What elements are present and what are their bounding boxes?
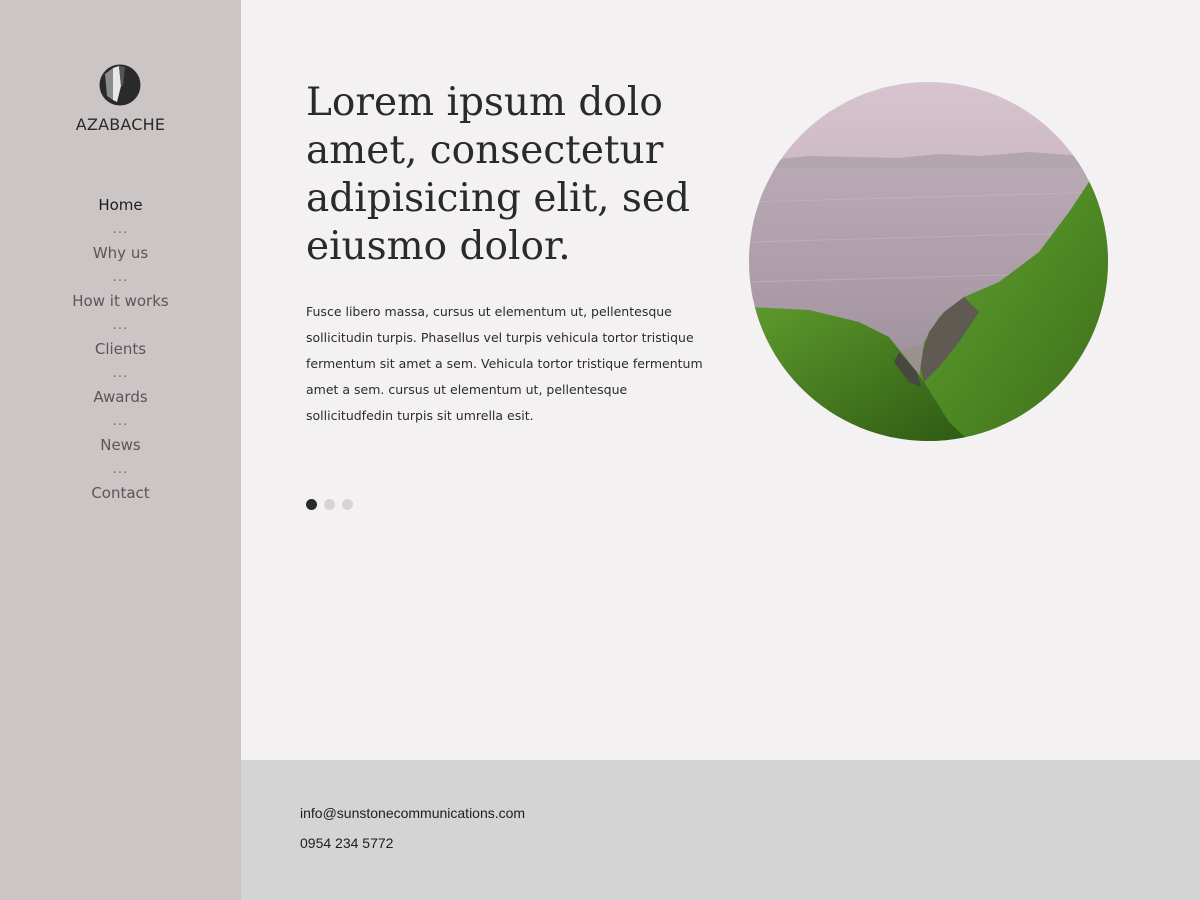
- nav-item-clients[interactable]: Clients: [0, 338, 241, 362]
- footer: info@sunstonecommunications.com 0954 234…: [241, 760, 1200, 900]
- slider-dot-3[interactable]: [342, 499, 353, 510]
- nav-separator: ...: [112, 366, 129, 381]
- landscape-illustration: [749, 82, 1108, 441]
- nav-item-why-us[interactable]: Why us: [0, 242, 241, 266]
- hero-body-text: Fusce libero massa, cursus ut elementum …: [306, 304, 703, 423]
- page: AZABACHE Home ... Why us ... How it work…: [0, 0, 1200, 900]
- nav-item-how-it-works[interactable]: How it works: [0, 290, 241, 314]
- main-nav: Home ... Why us ... How it works ... Cli…: [0, 194, 241, 506]
- nav-separator: ...: [112, 222, 129, 237]
- brand-name: AZABACHE: [75, 115, 166, 134]
- footer-email-link[interactable]: info@sunstonecommunications.com: [300, 805, 525, 821]
- slider-dot-2[interactable]: [324, 499, 335, 510]
- hero-headline: Lorem ipsum dolo amet, consectetur adipi…: [306, 80, 690, 269]
- nav-item-news[interactable]: News: [0, 434, 241, 458]
- nav-separator: ...: [112, 318, 129, 333]
- nav-item-contact[interactable]: Contact: [0, 482, 241, 506]
- nav-item-home[interactable]: Home: [0, 194, 241, 218]
- sidebar: AZABACHE Home ... Why us ... How it work…: [0, 0, 241, 900]
- coastal-landscape-image: [749, 82, 1108, 441]
- nav-separator: ...: [112, 414, 129, 429]
- nav-separator: ...: [112, 462, 129, 477]
- footer-phone: 0954 234 5772: [300, 835, 394, 851]
- nav-item-awards[interactable]: Awards: [0, 386, 241, 410]
- azabache-logo-icon: [99, 64, 141, 106]
- slider-dot-1[interactable]: [306, 499, 317, 510]
- slider-dots: [306, 499, 353, 510]
- nav-separator: ...: [112, 270, 129, 285]
